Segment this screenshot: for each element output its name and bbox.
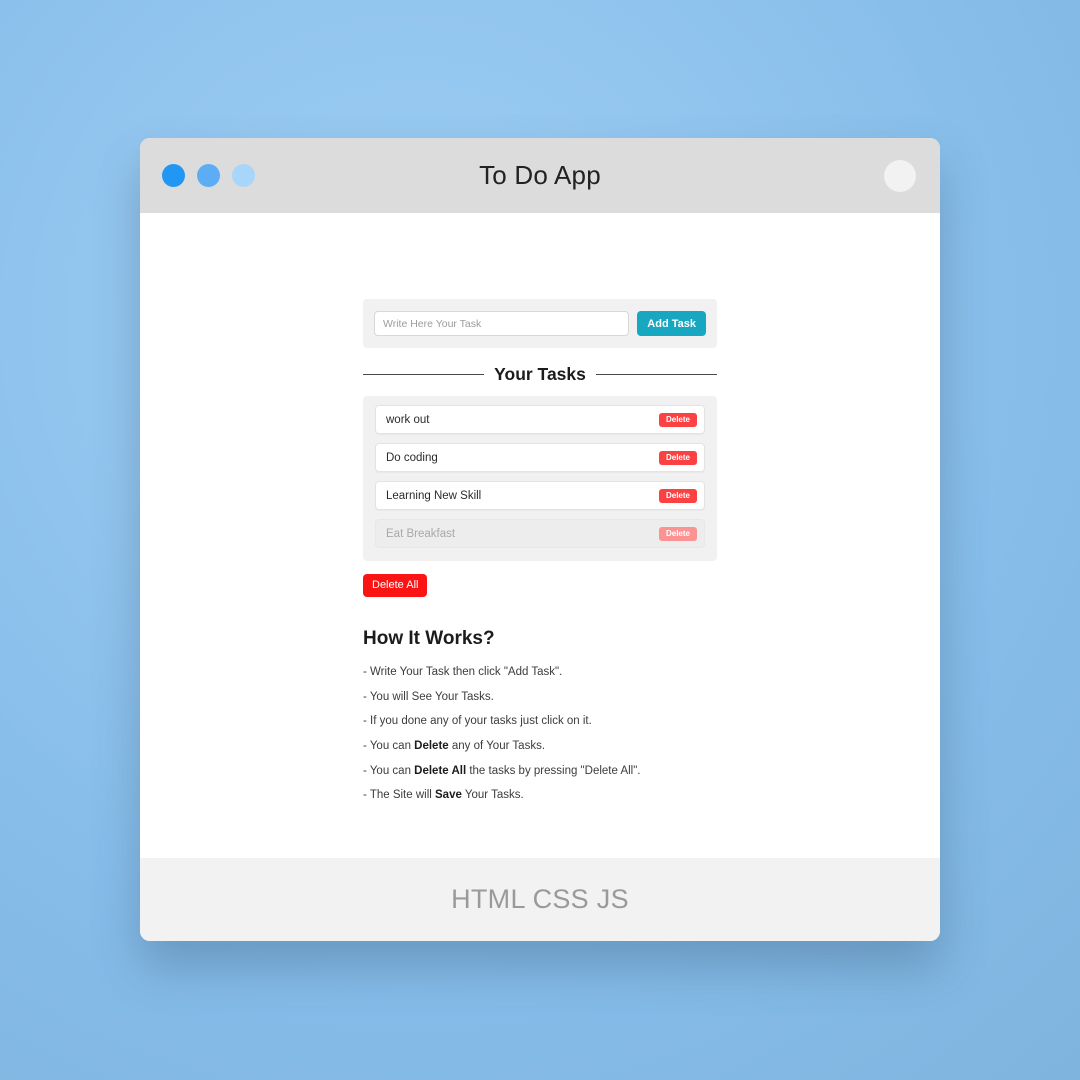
instruction-post: any of Your Tasks. bbox=[448, 740, 546, 753]
browser-window: To Do App Add Task Your Tasks work out D… bbox=[140, 138, 940, 941]
delete-task-button[interactable]: Delete bbox=[658, 488, 697, 503]
instruction-post: Your Tasks. bbox=[461, 789, 524, 802]
add-task-bar: Add Task bbox=[363, 299, 717, 348]
your-tasks-legend: Your Tasks bbox=[363, 364, 717, 385]
task-label: work out bbox=[386, 413, 430, 426]
page-title: To Do App bbox=[479, 160, 601, 190]
task-label: Learning New Skill bbox=[386, 489, 482, 502]
table-row[interactable]: work out Delete bbox=[375, 405, 705, 434]
instruction-bold: Save bbox=[435, 789, 462, 802]
add-task-button[interactable]: Add Task bbox=[637, 311, 706, 336]
table-row[interactable]: Do coding Delete bbox=[375, 443, 705, 472]
avatar[interactable] bbox=[884, 159, 916, 192]
list-item: - You can Delete any of Your Tasks. bbox=[363, 740, 717, 753]
instruction-pre: - The Site will bbox=[363, 789, 436, 802]
page-body: Add Task Your Tasks work out Delete Do c… bbox=[140, 213, 940, 858]
legend-label: Your Tasks bbox=[494, 364, 586, 384]
footer-bar: HTML CSS JS bbox=[140, 858, 940, 941]
list-item: - You can Delete All the tasks by pressi… bbox=[363, 765, 717, 778]
legend-rule-left bbox=[363, 374, 485, 375]
instruction-pre: - You can bbox=[363, 764, 415, 777]
how-it-works-list: - Write Your Task then click "Add Task".… bbox=[363, 666, 717, 802]
legend-rule-right bbox=[595, 374, 717, 375]
list-item: - You will See Your Tasks. bbox=[363, 691, 717, 704]
instruction-pre: - If you done any of your tasks just cli… bbox=[363, 715, 592, 728]
instruction-bold: Delete All bbox=[414, 764, 467, 777]
instruction-pre: - Write Your Task then click "Add Task". bbox=[363, 666, 563, 679]
window-dot-blue-dark-icon[interactable] bbox=[162, 164, 185, 187]
table-row[interactable]: Eat Breakfast Delete bbox=[375, 519, 705, 548]
window-dot-blue-mid-icon[interactable] bbox=[197, 164, 220, 187]
delete-all-button[interactable]: Delete All bbox=[363, 574, 428, 598]
task-list: work out Delete Do coding Delete Learnin… bbox=[363, 396, 717, 561]
window-controls bbox=[162, 164, 255, 187]
delete-task-button[interactable]: Delete bbox=[658, 450, 697, 465]
instruction-pre: - You will See Your Tasks. bbox=[363, 690, 494, 703]
delete-task-button[interactable]: Delete bbox=[658, 412, 697, 427]
footer-text: HTML CSS JS bbox=[451, 884, 629, 914]
window-titlebar: To Do App bbox=[140, 138, 940, 213]
instruction-post: the tasks by pressing "Delete All". bbox=[466, 764, 641, 777]
app-content: Add Task Your Tasks work out Delete Do c… bbox=[363, 213, 717, 802]
table-row[interactable]: Learning New Skill Delete bbox=[375, 481, 705, 510]
instruction-pre: - You can bbox=[363, 740, 415, 753]
how-it-works-heading: How It Works? bbox=[363, 628, 495, 650]
task-label: Do coding bbox=[386, 451, 438, 464]
delete-task-button[interactable]: Delete bbox=[658, 526, 697, 541]
list-item: - If you done any of your tasks just cli… bbox=[363, 715, 717, 728]
task-label: Eat Breakfast bbox=[386, 527, 456, 540]
task-input[interactable] bbox=[374, 311, 630, 336]
list-item: - Write Your Task then click "Add Task". bbox=[363, 666, 717, 679]
list-item: - The Site will Save Your Tasks. bbox=[363, 789, 717, 802]
window-dot-blue-light-icon[interactable] bbox=[232, 164, 255, 187]
instruction-bold: Delete bbox=[414, 740, 449, 753]
